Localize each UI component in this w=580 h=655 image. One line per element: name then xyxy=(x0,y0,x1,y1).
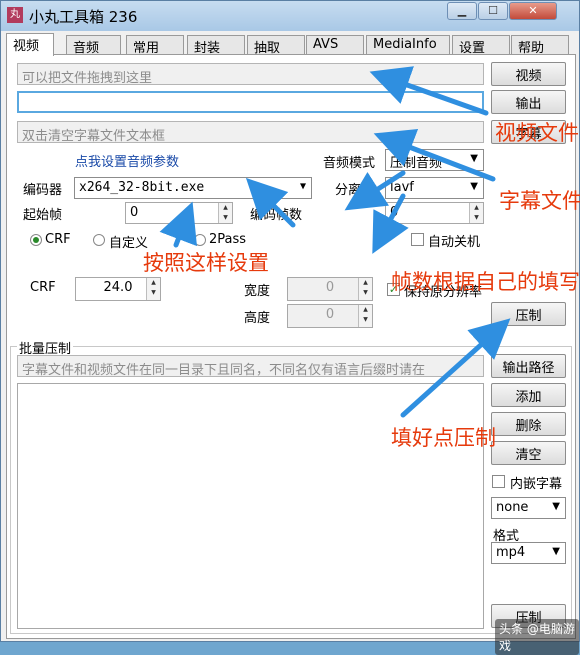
start-frame-label: 起始帧 xyxy=(23,208,63,223)
height-value: 0 xyxy=(325,307,335,322)
tab-mux[interactable]: 封装 xyxy=(187,35,245,56)
annotation-subtitle-file: 字幕文件 xyxy=(499,189,580,213)
crf-value: 24.0 xyxy=(103,280,133,295)
tab-help[interactable]: 帮助 xyxy=(511,35,569,56)
twopass-radio-label: 2Pass xyxy=(209,232,247,247)
crf-stepper[interactable]: 24.0 ▲ ▼ xyxy=(75,277,161,301)
chevron-down-icon: ▼ xyxy=(552,501,560,512)
spin-arrows-icon[interactable]: ▲ ▼ xyxy=(358,278,372,300)
crf-label: CRF xyxy=(30,280,56,295)
subtitle-embed-value: none xyxy=(496,500,529,515)
crf-radio[interactable] xyxy=(30,234,42,246)
maximize-icon: ☐ xyxy=(488,4,498,17)
encoder-label: 编码器 xyxy=(23,183,63,198)
minimize-button[interactable]: ▁ xyxy=(447,2,477,20)
start-frame-value: 0 xyxy=(130,205,139,220)
tab-extract[interactable]: 抽取 xyxy=(247,35,305,56)
batch-hint-field[interactable]: 字幕文件和视频文件在同一目录下且同名，不同名仅有语言后缀时请在 xyxy=(17,355,484,377)
width-label: 宽度 xyxy=(244,284,271,299)
spin-arrows-icon[interactable]: ▲ ▼ xyxy=(146,278,160,300)
tab-avs[interactable]: AVS xyxy=(306,35,364,55)
width-stepper[interactable]: 0 ▲ ▼ xyxy=(287,277,373,301)
spin-arrows-icon[interactable]: ▲ ▼ xyxy=(469,203,483,223)
tab-common[interactable]: 常用 xyxy=(126,35,184,56)
output-button[interactable]: 输出 xyxy=(491,90,566,114)
output-field[interactable] xyxy=(17,91,484,113)
title-bar: 丸 小丸工具箱 236 ▁ ☐ ✕ xyxy=(1,1,579,31)
crf-radio-label: CRF xyxy=(45,232,71,247)
chevron-down-icon: ▼ xyxy=(470,153,478,164)
height-stepper[interactable]: 0 ▲ ▼ xyxy=(287,304,373,328)
minimize-icon: ▁ xyxy=(457,4,467,17)
tab-mediainfo[interactable]: MediaInfo xyxy=(366,35,450,55)
auto-shutdown-label: 自动关机 xyxy=(428,235,481,250)
encode-button-top[interactable]: 压制 xyxy=(491,302,566,326)
embed-subtitle-label: 内嵌字幕 xyxy=(510,477,563,492)
encoder-value: x264_32-8bit.exe xyxy=(79,180,205,195)
annotation-frames-note: 帧数根据自己的填写 xyxy=(391,270,580,294)
close-button[interactable]: ✕ xyxy=(509,2,557,20)
annotation-click-encode: 填好点压制 xyxy=(391,426,496,450)
audio-mode-label: 音频模式 xyxy=(323,156,376,171)
watermark: 头条 @电脑游戏 xyxy=(495,619,579,655)
encode-frames-value: 0 xyxy=(390,205,399,220)
chevron-down-icon: ▼ xyxy=(470,181,478,192)
chevron-down-icon: ▼ xyxy=(552,546,560,557)
twopass-radio[interactable] xyxy=(194,234,206,246)
video-button[interactable]: 视频 xyxy=(491,62,566,86)
format-value: mp4 xyxy=(496,545,526,560)
annotation-video-file: 视频文件 xyxy=(495,121,579,145)
batch-file-list[interactable] xyxy=(17,383,484,629)
start-frame-stepper[interactable]: 0 ▲ ▼ xyxy=(125,202,233,224)
embed-subtitle-checkbox[interactable] xyxy=(492,475,505,488)
splitter-select[interactable]: lavf ▼ xyxy=(385,177,484,199)
spin-arrows-icon[interactable]: ▲ ▼ xyxy=(218,203,232,223)
custom-radio[interactable] xyxy=(93,234,105,246)
annotation-set-like-this: 按照这样设置 xyxy=(143,251,269,275)
encode-frames-stepper[interactable]: 0 ▲ ▼ xyxy=(385,202,484,224)
tab-bar: 视频 音频 常用 封装 抽取 AVS MediaInfo 设置 帮助 xyxy=(6,33,576,56)
auto-shutdown-checkbox[interactable] xyxy=(411,233,424,246)
encoder-select[interactable]: x264_32-8bit.exe ▼ xyxy=(74,177,312,199)
close-icon: ✕ xyxy=(528,4,538,17)
delete-button[interactable]: 删除 xyxy=(491,412,566,436)
audio-mode-value: 压制音频 xyxy=(390,156,443,171)
tab-audio[interactable]: 音频 xyxy=(66,35,121,56)
video-input-field[interactable]: 可以把文件拖拽到这里 xyxy=(17,63,484,85)
splitter-label: 分离器 xyxy=(335,183,375,198)
app-icon: 丸 xyxy=(7,7,23,23)
width-value: 0 xyxy=(325,280,335,295)
spin-arrows-icon[interactable]: ▲ ▼ xyxy=(358,305,372,327)
output-path-button[interactable]: 输出路径 xyxy=(491,354,566,378)
window-title: 小丸工具箱 236 xyxy=(29,8,138,26)
main-window: 丸 小丸工具箱 236 ▁ ☐ ✕ 视频 音频 常用 封装 抽取 AVS Med… xyxy=(0,0,580,655)
subtitle-input-field[interactable]: 双击清空字幕文件文本框 xyxy=(17,121,484,143)
clear-button[interactable]: 清空 xyxy=(491,441,566,465)
maximize-button[interactable]: ☐ xyxy=(478,2,508,20)
subtitle-embed-select[interactable]: none ▼ xyxy=(491,497,566,519)
encode-frames-label: 编码帧数 xyxy=(250,208,303,223)
audio-settings-link[interactable]: 点我设置音频参数 xyxy=(75,151,179,170)
add-button[interactable]: 添加 xyxy=(491,383,566,407)
tab-settings[interactable]: 设置 xyxy=(452,35,510,56)
format-select[interactable]: mp4 ▼ xyxy=(491,542,566,564)
height-label: 高度 xyxy=(244,311,271,326)
splitter-value: lavf xyxy=(390,180,414,195)
tab-video[interactable]: 视频 xyxy=(6,33,54,56)
chevron-down-icon: ▼ xyxy=(299,181,306,192)
audio-mode-select[interactable]: 压制音频 ▼ xyxy=(385,149,484,171)
